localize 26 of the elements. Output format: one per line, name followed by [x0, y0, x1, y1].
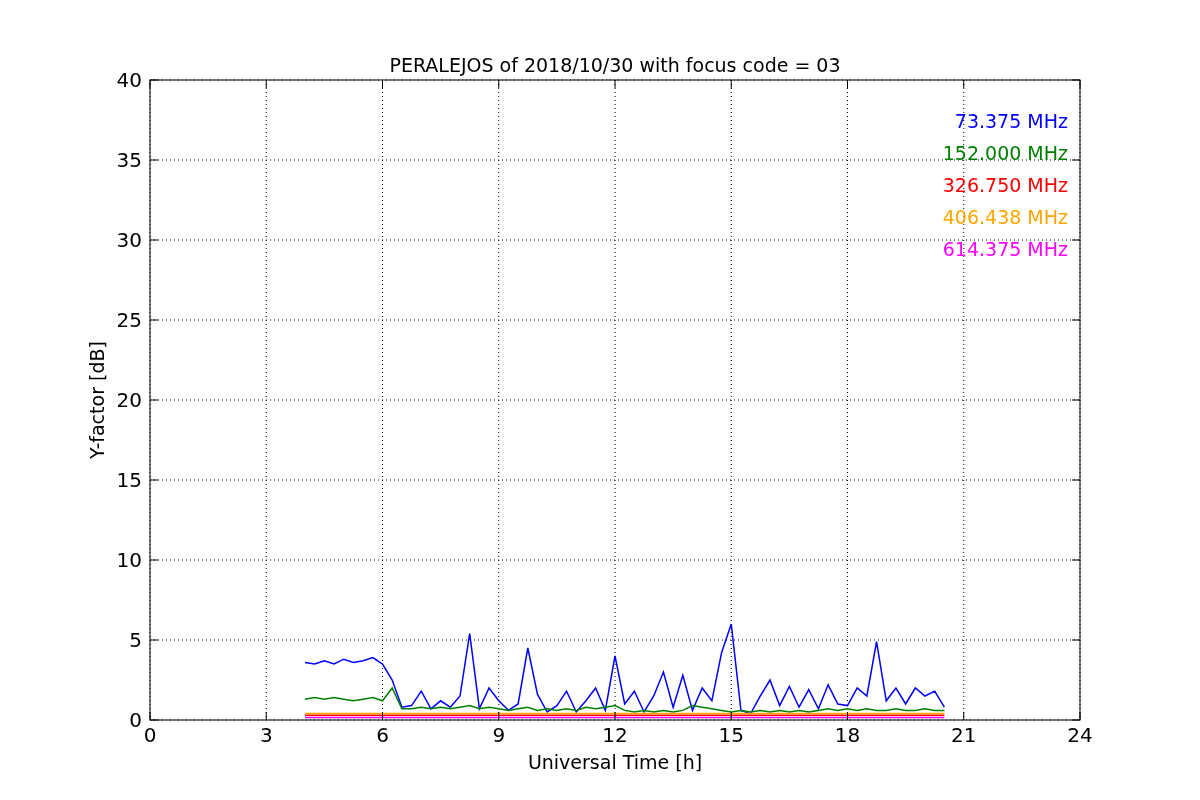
tick-label: 9	[492, 723, 506, 747]
legend-label: 73.375 MHz	[954, 110, 1068, 132]
tick-label: 40	[116, 68, 142, 92]
tick-label: 35	[116, 148, 142, 172]
legend-label: 326.750 MHz	[942, 174, 1068, 196]
chart-title: PERALEJOS of 2018/10/30 with focus code = 03	[389, 54, 841, 76]
tick-label: 18	[834, 723, 861, 747]
legend-label: 152.000 MHz	[942, 142, 1068, 164]
tick-label: 5	[129, 628, 142, 652]
x-axis-label: Universal Time [h]	[527, 751, 703, 773]
tick-label: 0	[129, 708, 142, 732]
legend-label: 406.438 MHz	[942, 206, 1068, 228]
tick-label: 24	[1067, 723, 1093, 747]
y-axis-label: Y-factor [dB]	[86, 341, 108, 459]
tick-label: 12	[602, 723, 628, 747]
tick-label: 3	[259, 723, 273, 747]
tick-label: 15	[718, 723, 744, 747]
tick-label: 6	[376, 723, 389, 747]
tick-label: 10	[116, 548, 142, 572]
legend-label: 614.375 MHz	[942, 238, 1068, 260]
tick-label: 30	[116, 228, 142, 252]
tick-label: 25	[116, 308, 142, 332]
tick-label: 21	[951, 723, 977, 747]
tick-label: 20	[116, 388, 142, 412]
tick-label: 0	[143, 723, 157, 747]
tick-label: 15	[116, 468, 142, 492]
